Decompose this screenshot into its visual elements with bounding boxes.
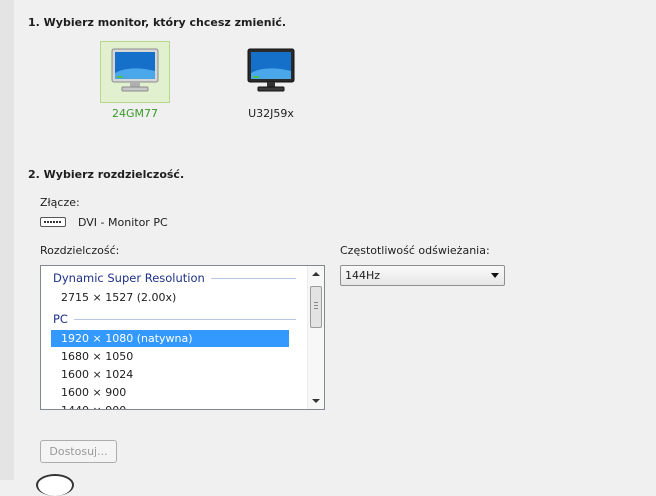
list-item[interactable]: 2715 × 1527 (2.00x): [51, 289, 289, 306]
resolution-list[interactable]: Dynamic Super Resolution 2715 × 1527 (2.…: [40, 265, 325, 410]
step2-heading: 2. Wybierz rozdzielczość.: [28, 168, 185, 181]
customize-button[interactable]: Dostosuj...: [40, 440, 117, 463]
monitor-dark-icon: [247, 48, 295, 92]
list-item[interactable]: 1600 × 900: [51, 384, 289, 401]
left-strip: [0, 0, 14, 480]
monitor-light-icon: [111, 48, 159, 92]
refresh-rate-select[interactable]: 144Hz: [340, 265, 505, 286]
step1-heading: 1. Wybierz monitor, który chcesz zmienić…: [28, 16, 287, 29]
refresh-rate-value: 144Hz: [345, 269, 381, 282]
group-header-dsr: Dynamic Super Resolution: [53, 269, 296, 287]
info-icon: [36, 474, 74, 496]
monitor-u32j59x[interactable]: [236, 41, 306, 103]
connector-value: DVI - Monitor PC: [78, 216, 168, 229]
scroll-up-icon[interactable]: [312, 272, 320, 276]
group-header-pc: PC: [53, 310, 296, 328]
list-item-selected[interactable]: 1920 × 1080 (natywna): [51, 330, 289, 347]
list-scrollbar[interactable]: [307, 266, 324, 409]
scroll-thumb[interactable]: [310, 286, 322, 328]
chevron-down-icon: [491, 273, 499, 278]
list-item[interactable]: 1680 × 1050: [51, 348, 289, 365]
group-header-label: Dynamic Super Resolution: [53, 271, 205, 285]
dvi-connector-icon: [40, 217, 66, 227]
scroll-down-icon[interactable]: [312, 399, 320, 403]
group-header-label: PC: [53, 312, 68, 326]
monitor-label-24gm77: 24GM77: [111, 107, 158, 120]
connector-label: Złącze:: [40, 196, 80, 209]
resolution-label: Rozdzielczość:: [40, 244, 120, 257]
list-item[interactable]: 1600 × 1024: [51, 366, 289, 383]
list-item[interactable]: 1440 × 900: [51, 402, 289, 409]
refresh-rate-label: Częstotliwość odświeżania:: [340, 244, 490, 257]
monitor-label-u32j59x: U32J59x: [248, 107, 294, 120]
monitor-24gm77[interactable]: [100, 41, 170, 103]
